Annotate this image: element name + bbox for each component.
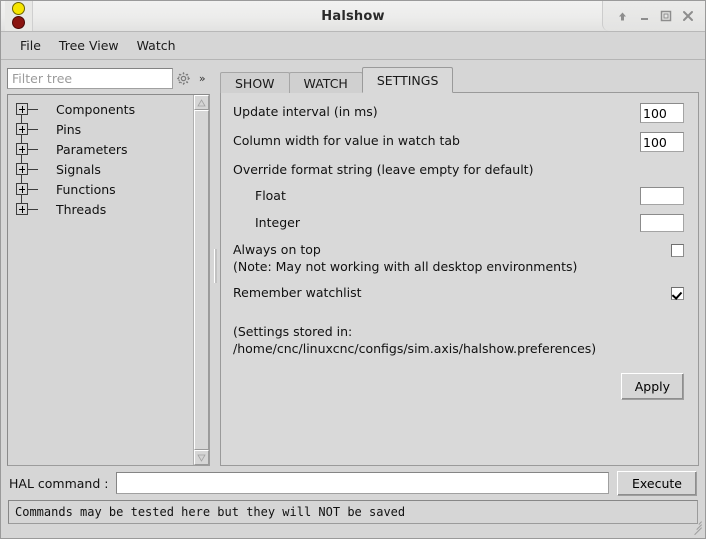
expand-icon[interactable] [16, 103, 28, 115]
override-format-heading: Override format string (leave empty for … [233, 162, 534, 177]
main-body: » Components Pins Parameters [1, 60, 705, 466]
tab-settings[interactable]: SETTINGS [361, 67, 454, 93]
expand-icon[interactable] [16, 143, 28, 155]
expand-icon[interactable] [16, 183, 28, 195]
tree-dash [28, 108, 38, 110]
tree-item-label: Signals [56, 161, 101, 177]
settings-panel: Update interval (in ms) Column width for… [220, 92, 699, 466]
gear-icon[interactable] [173, 68, 194, 89]
tree-list: Components Pins Parameters Signals Funct… [8, 95, 193, 465]
title-bar: Halshow [1, 1, 705, 32]
window-controls [602, 1, 705, 31]
tree-item-pins[interactable]: Pins [12, 119, 193, 139]
hal-command-label: HAL command : [9, 475, 109, 491]
halshow-led-icon [5, 1, 33, 31]
filter-row: » [7, 67, 210, 90]
filter-tree-input[interactable] [7, 68, 173, 89]
setting-remember-watchlist: Remember watchlist [233, 284, 684, 301]
tree-item-parameters[interactable]: Parameters [12, 139, 193, 159]
tree-pane: » Components Pins Parameters [7, 67, 210, 466]
setting-label: Update interval (in ms) [233, 104, 378, 119]
scroll-track[interactable] [194, 110, 209, 450]
apply-button[interactable]: Apply [620, 373, 684, 400]
float-format-input[interactable] [640, 187, 684, 205]
remember-watchlist-checkbox[interactable] [671, 287, 684, 300]
pane-splitter[interactable] [210, 67, 220, 466]
tree-dash [28, 208, 38, 210]
maximize-button[interactable] [655, 5, 677, 27]
tree-item-components[interactable]: Components [12, 99, 193, 119]
menu-item-watch[interactable]: Watch [128, 35, 185, 56]
update-interval-input[interactable] [640, 103, 684, 123]
splitter-grip[interactable] [214, 249, 217, 283]
tab-strip: SHOW WATCH SETTINGS [220, 67, 699, 93]
shade-button[interactable] [611, 5, 633, 27]
tree-item-label: Functions [56, 181, 116, 197]
menu-item-tree-view[interactable]: Tree View [50, 35, 128, 56]
halshow-window: Halshow File Tree View Watch Filter tree… [0, 0, 706, 539]
setting-always-on-top: Always on top (Note: May not working wit… [233, 241, 684, 275]
tree-dash [28, 188, 38, 190]
setting-label: Float [255, 188, 286, 203]
led-yellow-icon [12, 2, 25, 15]
setting-integer-format: Integer [233, 214, 684, 232]
window-title: Halshow [321, 8, 385, 24]
content-pane: SHOW WATCH SETTINGS Update interval (in … [220, 67, 699, 466]
setting-update-interval: Update interval (in ms) [233, 103, 684, 123]
always-on-top-label: Always on top [233, 242, 321, 257]
tree-item-label: Components [56, 101, 136, 117]
scroll-up-arrow-icon[interactable] [194, 95, 209, 110]
tree-item-threads[interactable]: Threads [12, 199, 193, 219]
integer-format-input[interactable] [640, 214, 684, 232]
always-on-top-checkbox[interactable] [671, 244, 684, 257]
setting-column-width: Column width for value in watch tab [233, 132, 684, 152]
tree-item-label: Pins [56, 121, 82, 137]
column-width-input[interactable] [640, 132, 684, 152]
tab-show[interactable]: SHOW [220, 72, 290, 93]
tab-watch[interactable]: WATCH [288, 72, 363, 93]
storage-note-line2: /home/cnc/linuxcnc/configs/sim.axis/hals… [233, 341, 597, 356]
tree-dash [28, 128, 38, 130]
apply-row: Apply [233, 373, 684, 400]
setting-label: Always on top (Note: May not working wit… [233, 241, 671, 275]
tree-dash [28, 168, 38, 170]
setting-label: Integer [255, 215, 300, 230]
settings-storage-note: (Settings stored in: /home/cnc/linuxcnc/… [233, 323, 684, 357]
expand-icon[interactable] [16, 203, 28, 215]
expand-icon[interactable] [16, 123, 28, 135]
chevron-double-right-icon[interactable]: » [194, 68, 210, 89]
tree-dash [28, 148, 38, 150]
tree-item-label: Threads [56, 201, 107, 217]
setting-label: Column width for value in watch tab [233, 133, 460, 148]
status-bar-wrap: Commands may be tested here but they wil… [1, 500, 705, 536]
scroll-thumb[interactable] [194, 110, 209, 450]
scroll-down-arrow-icon[interactable] [194, 450, 209, 465]
storage-note-line1: (Settings stored in: [233, 324, 353, 339]
tree-item-functions[interactable]: Functions [12, 179, 193, 199]
close-button[interactable] [677, 5, 699, 27]
tree-vertical-scrollbar[interactable] [193, 95, 209, 465]
menu-bar: File Tree View Watch [1, 32, 705, 60]
resize-grip-icon[interactable] [690, 517, 702, 536]
setting-float-format: Float [233, 187, 684, 205]
setting-override-heading: Override format string (leave empty for … [233, 161, 684, 178]
menu-item-file[interactable]: File [11, 35, 50, 56]
setting-label: Remember watchlist [233, 285, 362, 300]
tree-item-label: Parameters [56, 141, 128, 157]
led-red-icon [12, 16, 25, 29]
minimize-button[interactable] [633, 5, 655, 27]
hal-command-input[interactable] [116, 472, 609, 494]
tree-item-signals[interactable]: Signals [12, 159, 193, 179]
execute-button[interactable]: Execute [617, 470, 697, 496]
always-on-top-note: (Note: May not working with all desktop … [233, 259, 578, 274]
expand-icon[interactable] [16, 163, 28, 175]
status-bar: Commands may be tested here but they wil… [8, 500, 698, 524]
hal-command-row: HAL command : Execute [1, 466, 705, 500]
hal-tree: Components Pins Parameters Signals Funct… [7, 94, 210, 466]
